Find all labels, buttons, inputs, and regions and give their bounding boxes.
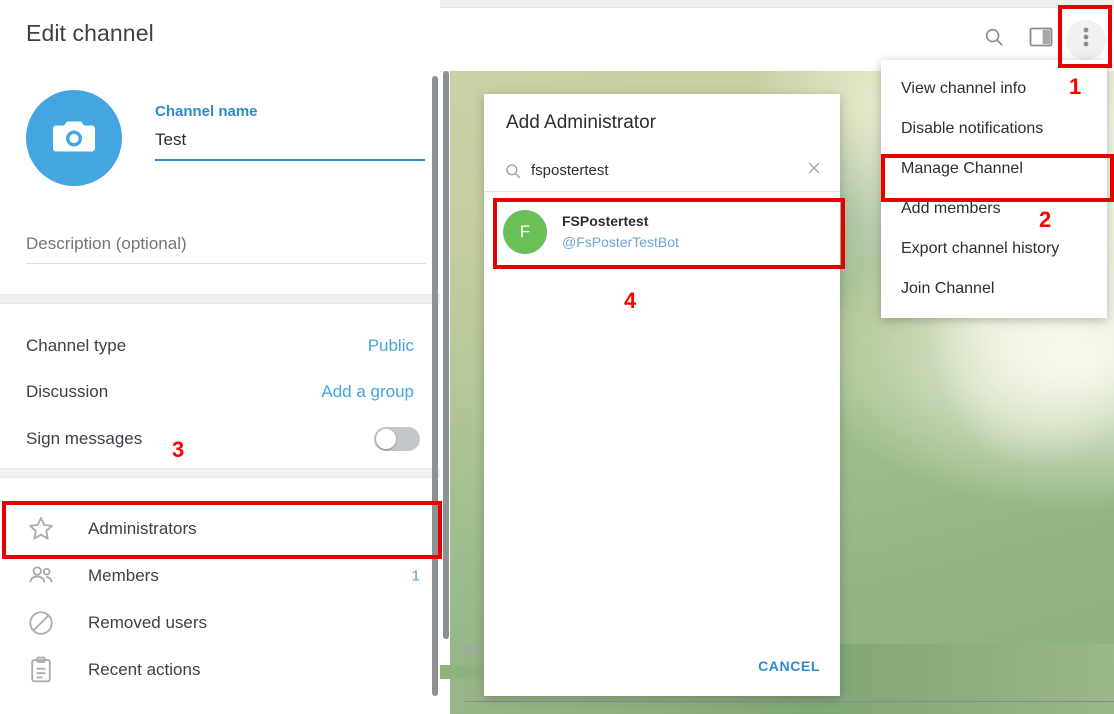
option-label-sign-messages: Sign messages [26,429,143,448]
search-button[interactable] [974,20,1014,60]
sign-messages-toggle[interactable] [374,427,420,451]
message-bubble-fragment [440,665,486,679]
star-icon [24,512,58,546]
description-underline [26,263,426,264]
option-value-channel-type[interactable]: Public [368,336,414,356]
result-display-name: FSPostertest [562,213,649,229]
sidebar-label-members: Members [88,565,159,585]
channel-name-label: Channel name [155,103,258,120]
composer-divider [465,701,1114,702]
more-options-menu: View channel info Disable notifications … [881,60,1107,318]
more-vertical-icon [1083,26,1089,53]
clipboard-icon [24,653,58,687]
avatar: F [503,210,547,254]
dialog-title: Add Administrator [506,112,656,133]
menu-item-join-channel[interactable]: Join Channel [881,269,1107,309]
section-divider [0,294,440,304]
sidebar-label-administrators: Administrators [88,518,197,538]
search-icon [983,26,1005,53]
more-options-button[interactable] [1066,19,1106,60]
option-label-discussion: Discussion [26,382,109,401]
channel-name-input[interactable] [155,130,425,150]
sidebar-item-recent-actions[interactable]: Recent actions [0,646,440,693]
option-value-discussion[interactable]: Add a group [321,382,414,402]
result-username: @FsPosterTestBot [562,234,679,250]
sidebar-label-removed-users: Removed users [88,612,208,632]
search-icon [504,162,522,185]
edit-channel-panel: Edit channel Channel name Channel type P… [0,0,440,714]
sidebar-item-administrators[interactable]: Administrators [0,505,440,552]
sidebar-label-recent-actions: Recent actions [88,659,201,679]
channel-name-underline [155,159,425,161]
admin-search-input[interactable] [531,162,786,179]
menu-item-disable-notifications[interactable]: Disable notifications [881,109,1107,149]
people-icon [24,559,58,593]
camera-icon [52,117,96,160]
option-row-discussion[interactable]: Discussion Add a group [0,368,440,416]
toggle-panel-button[interactable] [1021,20,1061,60]
menu-item-export-channel-history[interactable]: Export channel history [881,229,1107,269]
panel-icon [1029,26,1053,53]
menu-item-view-channel-info[interactable]: View channel info [881,69,1107,109]
page-title: Edit channel [26,20,154,46]
close-icon[interactable] [806,160,822,181]
blocked-icon [24,606,58,640]
chat-scrollbar[interactable] [443,71,449,639]
description-input[interactable] [26,234,426,254]
list-item[interactable]: F FSPostertest @FsPosterTestBot [484,197,840,268]
option-row-sign-messages[interactable]: Sign messages [0,415,440,463]
sidebar-item-removed-users[interactable]: Removed users [0,599,440,646]
cancel-button[interactable]: CANCEL [758,658,820,674]
message-timestamp: 12: [464,640,485,657]
option-label-channel-type: Channel type [26,336,127,355]
menu-item-add-members[interactable]: Add members [881,189,1107,229]
window-top-strip [440,0,1114,8]
members-count: 1 [411,567,420,584]
left-panel-scrollbar[interactable] [432,76,438,696]
option-row-channel-type[interactable]: Channel type Public [0,322,440,370]
menu-item-manage-channel[interactable]: Manage Channel [881,149,1107,189]
channel-avatar-upload[interactable] [26,90,122,186]
toggle-knob [376,429,396,449]
section-divider-2 [0,468,440,478]
add-administrator-dialog: Add Administrator F FSPostertest @FsPost… [484,94,840,696]
sidebar-item-members[interactable]: Members 1 [0,552,440,599]
search-underline [484,191,840,192]
